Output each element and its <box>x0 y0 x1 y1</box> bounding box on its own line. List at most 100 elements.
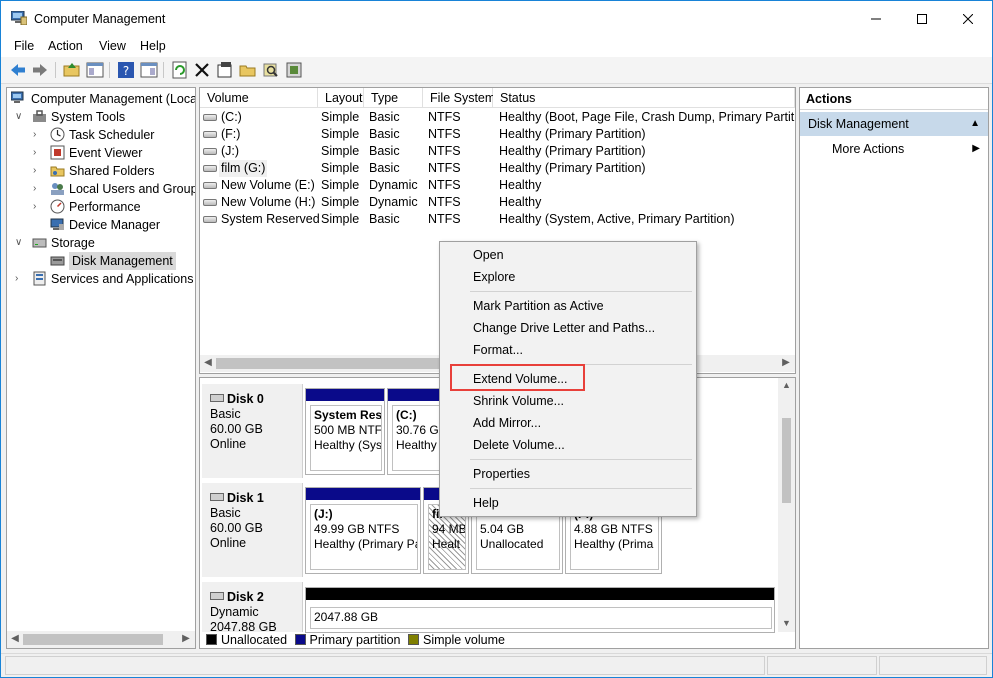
help-icon[interactable]: ? <box>117 61 135 79</box>
forward-icon[interactable] <box>31 61 49 79</box>
collapse-up-icon[interactable]: ▲ <box>970 112 980 136</box>
menu-delete-volume[interactable]: Delete Volume... <box>473 435 565 455</box>
menu-view[interactable]: View <box>99 39 126 53</box>
column-header-status[interactable]: Status <box>493 88 795 108</box>
column-header-file-system[interactable]: File System <box>423 88 495 108</box>
more-actions[interactable]: More Actions ▶ <box>832 140 982 158</box>
scroll-right-icon[interactable]: ▶ <box>780 357 792 368</box>
users-icon <box>51 183 64 195</box>
partition-system-reserved[interactable]: System Rese 500 MB NTFS Healthy (Sys <box>305 388 385 475</box>
menu-open[interactable]: Open <box>473 245 504 265</box>
volume-name: film (G:) <box>219 160 268 177</box>
open-icon[interactable] <box>239 61 257 79</box>
tree-item-services[interactable]: › Services and Applications <box>15 270 195 288</box>
tree-horizontal-scrollbar[interactable]: ◀ ▶ <box>7 631 195 648</box>
partition-j[interactable]: (J:) 49.99 GB NTFS Healthy (Primary Pa <box>305 487 421 574</box>
chevron-right-icon[interactable]: › <box>33 144 43 162</box>
disk-2-label[interactable]: Disk 2 Dynamic 2047.88 GB <box>202 582 303 634</box>
menu-shrink-volume[interactable]: Shrink Volume... <box>473 391 564 411</box>
tree-item-storage[interactable]: ∨ Storage <box>15 234 195 252</box>
chevron-right-icon[interactable]: › <box>33 126 43 144</box>
tree-label: System Tools <box>51 110 126 124</box>
scrollbar-thumb[interactable] <box>782 418 791 503</box>
scroll-up-icon[interactable]: ▲ <box>778 380 795 390</box>
tree-item-disk-management[interactable]: Disk Management <box>33 252 195 270</box>
tree-item-system-tools[interactable]: ∨ System Tools <box>15 108 195 126</box>
tree-item-computer-management[interactable]: Computer Management (Local <box>11 90 195 108</box>
column-header-volume[interactable]: Volume <box>200 88 318 108</box>
tree-item-performance[interactable]: › Performance <box>33 198 195 216</box>
scroll-left-icon[interactable]: ◀ <box>9 633 21 644</box>
legend-simple: Simple volume <box>422 633 505 647</box>
settings-icon[interactable] <box>285 61 303 79</box>
scroll-right-icon[interactable]: ▶ <box>180 633 192 644</box>
actions-disk-management[interactable]: Disk Management ▲ <box>800 112 988 136</box>
legend-primary: Primary partition <box>309 633 401 647</box>
column-header-type[interactable]: Type <box>364 88 423 108</box>
volume-type: Basic <box>369 127 400 141</box>
menu-help[interactable]: Help <box>140 39 166 53</box>
chevron-down-icon[interactable]: ∨ <box>15 234 25 252</box>
menu-file[interactable]: File <box>14 39 34 53</box>
chevron-right-icon[interactable]: › <box>15 270 25 288</box>
back-icon[interactable] <box>9 61 27 79</box>
menu-help-item[interactable]: Help <box>473 493 499 513</box>
drive-icon <box>203 114 217 121</box>
system-tools-icon <box>33 110 46 122</box>
scroll-left-icon[interactable]: ◀ <box>202 357 214 368</box>
device-manager-icon <box>50 218 64 230</box>
table-row[interactable]: New Volume (E:) Simple Dynamic NTFS Heal… <box>200 177 795 194</box>
table-row[interactable]: (C:) Simple Basic NTFS Healthy (Boot, Pa… <box>200 109 795 126</box>
minimize-button[interactable] <box>853 1 899 35</box>
close-button[interactable] <box>945 1 991 35</box>
properties-icon[interactable] <box>216 61 234 79</box>
scrollbar-thumb[interactable] <box>216 358 446 369</box>
table-row[interactable]: System Reserved Simple Basic NTFS Health… <box>200 211 795 228</box>
delete-icon[interactable] <box>193 61 211 79</box>
performance-icon <box>50 199 65 214</box>
volume-status: Healthy (Primary Partition) <box>499 144 646 158</box>
column-header-layout[interactable]: Layout <box>318 88 364 108</box>
disk-icon <box>210 394 224 402</box>
refresh-icon[interactable] <box>171 61 189 79</box>
menu-properties[interactable]: Properties <box>473 464 530 484</box>
menu-action[interactable]: Action <box>48 39 83 53</box>
chevron-right-icon[interactable]: › <box>33 198 43 216</box>
table-row[interactable]: film (G:) Simple Basic NTFS Healthy (Pri… <box>200 160 795 177</box>
partition-status: Healthy (Primary Pa <box>314 537 418 551</box>
menu-change-drive-letter[interactable]: Change Drive Letter and Paths... <box>473 318 655 338</box>
volume-type: Basic <box>369 161 400 175</box>
tree-item-event-viewer[interactable]: › Event Viewer <box>33 144 195 162</box>
chevron-right-icon[interactable]: › <box>33 162 43 180</box>
chevron-down-icon[interactable]: ∨ <box>15 108 25 126</box>
disk-0-label[interactable]: Disk 0 Basic 60.00 GB Online <box>202 384 303 478</box>
show-hide-tree-icon[interactable] <box>86 61 104 79</box>
maximize-button[interactable] <box>899 1 945 35</box>
scroll-down-icon[interactable]: ▼ <box>778 618 795 628</box>
search-icon[interactable] <box>262 61 280 79</box>
volume-fs: NTFS <box>428 144 461 158</box>
drive-icon <box>203 182 217 189</box>
disk-size: 60.00 GB <box>210 521 263 535</box>
table-row[interactable]: (J:) Simple Basic NTFS Healthy (Primary … <box>200 143 795 160</box>
chevron-right-icon[interactable]: › <box>33 180 43 198</box>
tree-item-local-users[interactable]: › Local Users and Groups <box>33 180 195 198</box>
tree-item-shared-folders[interactable]: › Shared Folders <box>33 162 195 180</box>
menu-mark-partition-active[interactable]: Mark Partition as Active <box>473 296 604 316</box>
tree-label: Task Scheduler <box>69 128 155 142</box>
table-row[interactable]: (F:) Simple Basic NTFS Healthy (Primary … <box>200 126 795 143</box>
tree-item-device-manager[interactable]: Device Manager <box>33 216 195 234</box>
menu-explore[interactable]: Explore <box>473 267 515 287</box>
menu-add-mirror[interactable]: Add Mirror... <box>473 413 541 433</box>
console-icon[interactable] <box>140 61 158 79</box>
tree-item-task-scheduler[interactable]: › Task Scheduler <box>33 126 195 144</box>
table-row[interactable]: New Volume (H:) Simple Dynamic NTFS Heal… <box>200 194 795 211</box>
disk-1-label[interactable]: Disk 1 Basic 60.00 GB Online <box>202 483 303 577</box>
menu-format[interactable]: Format... <box>473 340 523 360</box>
disk-map-vertical-scrollbar[interactable]: ▲ ▼ <box>778 378 795 632</box>
scrollbar-thumb[interactable] <box>23 634 163 645</box>
partition-disk2-unallocated[interactable]: 2047.88 GB <box>305 587 775 633</box>
up-folder-icon[interactable] <box>63 61 81 79</box>
storage-icon <box>32 238 47 248</box>
partition-c[interactable]: (C:) 30.76 GB Healthy <box>387 388 447 475</box>
